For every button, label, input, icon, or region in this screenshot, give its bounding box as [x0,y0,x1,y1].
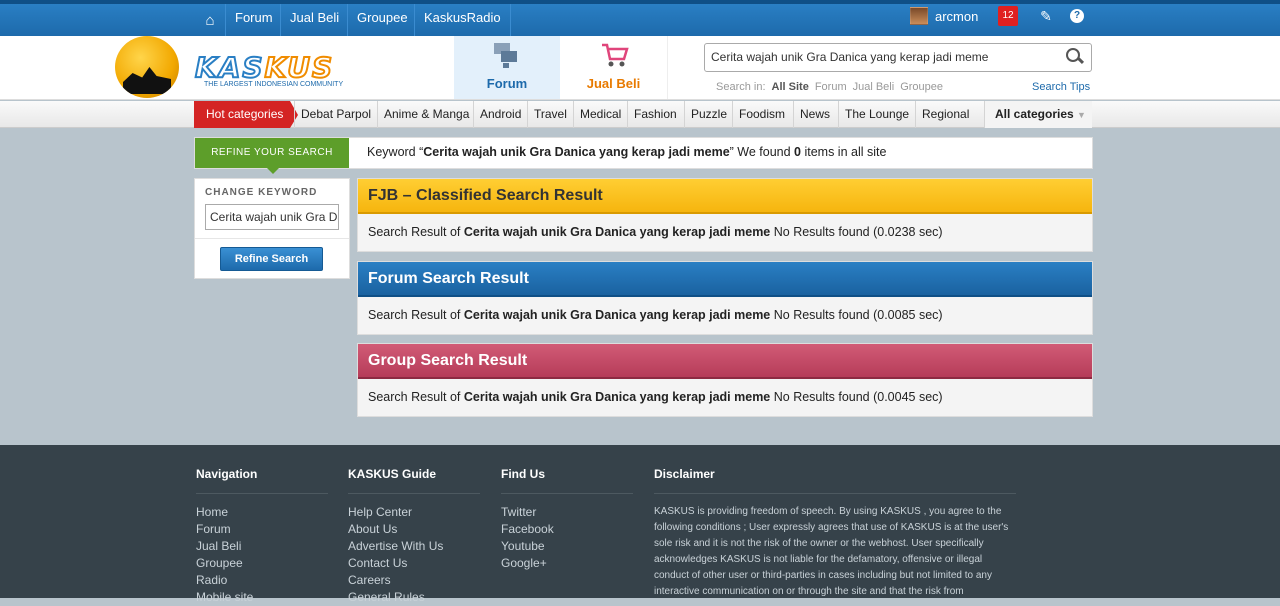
tab-forum-label: Forum [486,76,528,91]
cat-anime-manga[interactable]: Anime & Manga [377,101,475,128]
disclaimer-text: KASKUS is providing freedom of speech. B… [654,506,1009,597]
footer-nav-title: Navigation [196,467,328,494]
tab-jual-beli[interactable]: Jual Beli [560,36,668,99]
cat-regional[interactable]: Regional [915,101,975,128]
chevron-down-icon: ▼ [1077,110,1086,120]
group-result-title: Group Search Result [358,344,1092,379]
cat-android[interactable]: Android [473,101,527,128]
footer-navigation: Navigation Home Forum Jual Beli Groupee … [196,467,328,606]
footer-link-groupee[interactable]: Groupee [196,555,328,572]
group-result-body: Search Result of Cerita wajah unik Gra D… [368,390,943,404]
footer-link-about-us[interactable]: About Us [348,521,480,538]
search-scope: Search in: All Site Forum Jual Beli Grou… [716,81,943,93]
hot-categories[interactable]: Hot categories [194,101,298,128]
refine-tag: REFINE YOUR SEARCH [195,138,349,174]
footer-link-google-plus[interactable]: Google+ [501,555,633,572]
search-input[interactable]: Cerita wajah unik Gra Danica yang kerap … [704,43,1092,72]
all-categories-dropdown[interactable]: All categories ▼ [984,101,1092,128]
footer-link-twitter[interactable]: Twitter [501,504,633,521]
cat-travel[interactable]: Travel [527,101,573,128]
footer-link-contact-us[interactable]: Contact Us [348,555,480,572]
footer-link-jual-beli[interactable]: Jual Beli [196,538,328,555]
scope-forum[interactable]: Forum [815,81,847,93]
footer-link-facebook[interactable]: Facebook [501,521,633,538]
keyword-input[interactable]: Cerita wajah unik Gra Danica yang kerap … [205,204,339,230]
top-navbar: ⌂ Forum Jual Beli Groupee KaskusRadio [0,0,1280,36]
footer-link-home[interactable]: Home [196,504,328,521]
cat-puzzle[interactable]: Puzzle [684,101,733,128]
fjb-result-body: Search Result of Cerita wajah unik Gra D… [368,225,943,239]
fjb-result-box: FJB – Classified Search Result Search Re… [357,178,1093,252]
footer-link-youtube[interactable]: Youtube [501,538,633,555]
divider [195,238,349,239]
scope-groupee[interactable]: Groupee [900,81,943,93]
fjb-result-title: FJB – Classified Search Result [358,179,1092,214]
cat-the-lounge[interactable]: The Lounge [838,101,915,128]
refine-search-button[interactable]: Refine Search [220,247,323,271]
footer-find-us: Find Us Twitter Facebook Youtube Google+ [501,467,633,572]
nav-groupee[interactable]: Groupee [347,4,417,36]
username: arcmon [935,8,979,24]
forum-result-title: Forum Search Result [358,262,1092,297]
footer-link-radio[interactable]: Radio [196,572,328,589]
footer-disclaimer: Disclaimer KASKUS is providing freedom o… [654,467,1016,600]
forum-icon [494,43,517,68]
cat-debat-parpol[interactable]: Debat Parpol [294,101,377,128]
tab-forum[interactable]: Forum [454,36,560,99]
scope-jual-beli[interactable]: Jual Beli [853,81,895,93]
site-logo[interactable]: KASKUS [194,50,334,85]
nav-jual-beli[interactable]: Jual Beli [280,4,348,36]
home-icon[interactable]: ⌂ [197,4,223,36]
user-menu[interactable]: arcmon [910,4,978,28]
footer [0,445,1280,598]
footer-link-careers[interactable]: Careers [348,572,480,589]
cart-icon [602,43,629,67]
search-in-label: Search in: [716,81,766,93]
help-icon[interactable]: ? [1070,9,1084,23]
cat-foodism[interactable]: Foodism [732,101,791,128]
footer-link-advertise[interactable]: Advertise With Us [348,538,480,555]
footer-guide: KASKUS Guide Help Center About Us Advert… [348,467,480,606]
notification-badge[interactable]: 12 [998,6,1018,26]
nav-kaskusradio[interactable]: KaskusRadio [414,4,511,36]
search-icon[interactable] [1062,45,1088,69]
footer-link-help-center[interactable]: Help Center [348,504,480,521]
cat-medical[interactable]: Medical [573,101,627,128]
keyword-summary: Keyword “Cerita wajah unik Gra Danica ya… [367,145,887,159]
footer-disclaimer-title: Disclaimer [654,467,1016,494]
forum-result-box: Forum Search Result Search Result of Cer… [357,261,1093,335]
cat-news[interactable]: News [793,101,836,128]
search-tips-link[interactable]: Search Tips [1032,81,1090,93]
avatar [910,7,928,25]
pencil-icon[interactable]: ✎ [1035,4,1057,28]
footer-guide-title: KASKUS Guide [348,467,480,494]
change-keyword-label: CHANGE KEYWORD [205,187,318,198]
scope-all-site[interactable]: All Site [772,81,809,93]
cat-fashion[interactable]: Fashion [627,101,683,128]
footer-link-forum[interactable]: Forum [196,521,328,538]
tab-jual-beli-label: Jual Beli [586,76,641,91]
forum-result-body: Search Result of Cerita wajah unik Gra D… [368,308,943,322]
footer-find-title: Find Us [501,467,633,494]
logo-tagline: THE LARGEST INDONESIAN COMMUNITY [204,81,344,88]
nav-forum[interactable]: Forum [225,4,282,36]
logo-emblem[interactable] [115,36,179,98]
group-result-box: Group Search Result Search Result of Cer… [357,343,1093,417]
